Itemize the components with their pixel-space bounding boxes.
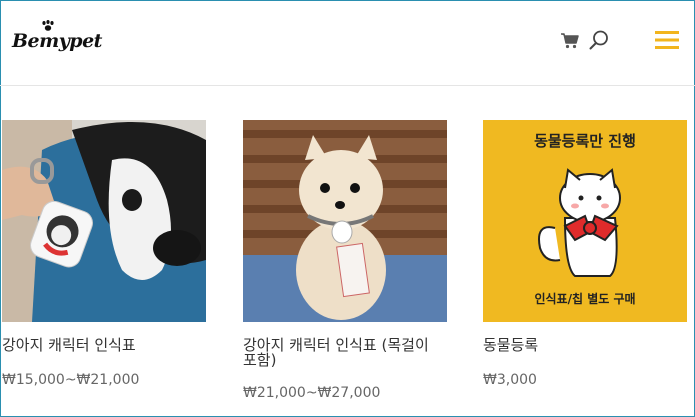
product-image[interactable]: [243, 120, 447, 322]
product-title[interactable]: 강아지 캐릭터 인식표: [2, 338, 206, 353]
product-price: ₩21,000~₩27,000: [243, 385, 381, 401]
product-price: ₩3,000: [483, 372, 537, 388]
site-logo[interactable]: Bemypet: [12, 20, 102, 62]
product-title[interactable]: 동물등록: [483, 338, 687, 353]
product-title[interactable]: 강아지 캐릭터 인식표 (목걸이 포함): [243, 338, 447, 368]
hamburger-menu-icon[interactable]: [655, 31, 679, 49]
logo-text: Bemypet: [12, 30, 102, 52]
cart-icon[interactable]: [560, 31, 580, 51]
search-icon[interactable]: [588, 29, 610, 51]
site-header: Bemypet: [0, 0, 695, 86]
product-image[interactable]: [2, 120, 206, 322]
cat-illustration: [538, 168, 621, 277]
image-heading: 동물등록만 진행: [534, 132, 636, 150]
image-caption: 인식표/칩 별도 구매: [534, 292, 636, 306]
product-image[interactable]: 동물등록만 진행 인식표/칩 별도 구매: [483, 120, 687, 322]
product-price: ₩15,000~₩21,000: [2, 372, 140, 388]
